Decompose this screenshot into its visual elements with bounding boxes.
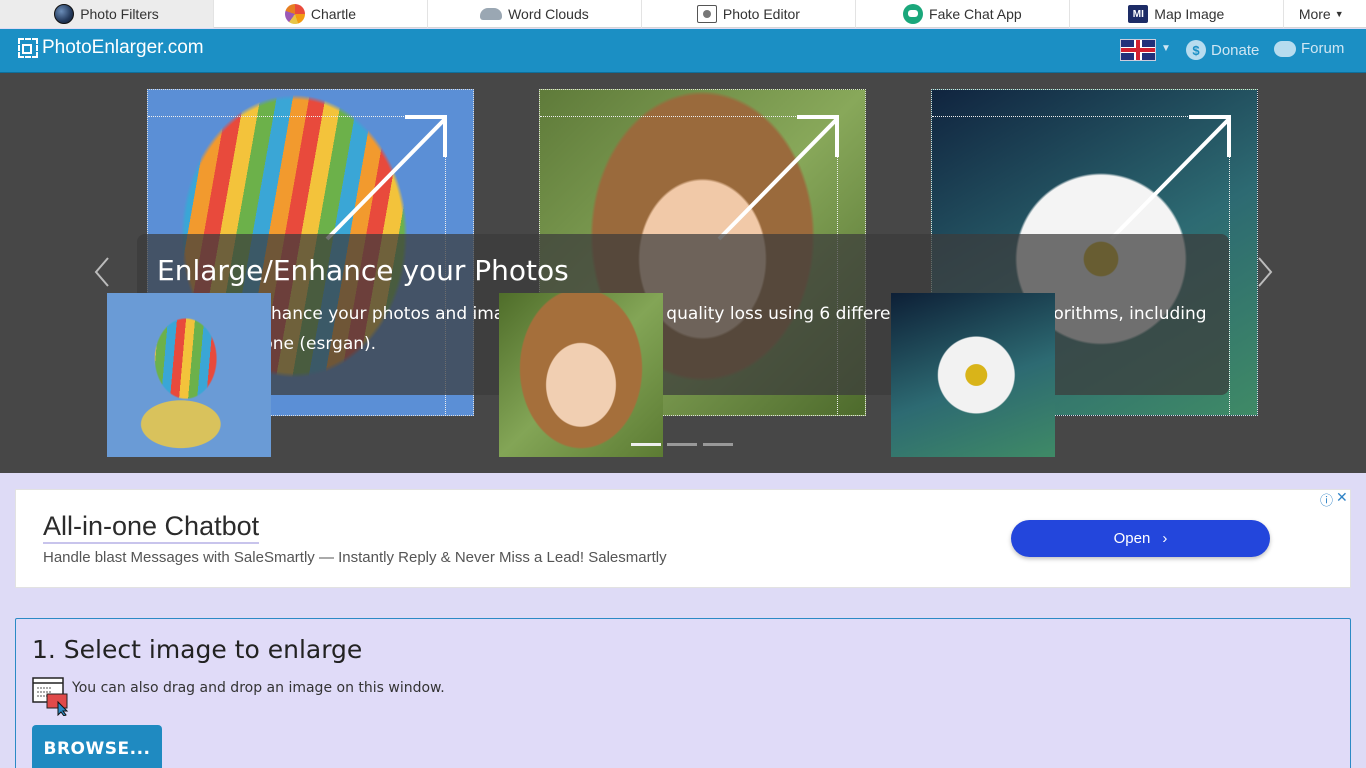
ad-title-link[interactable]: All-in-one Chatbot [43,510,260,544]
more-menu-button[interactable]: More ▼ [1284,0,1366,28]
tab-chartle[interactable]: Chartle [214,0,428,28]
site-name: PhotoEnlarger.com [42,37,204,58]
ad-info-icon[interactable]: ⓘ [1320,490,1333,509]
ad-open-button[interactable]: Open › [1011,520,1270,557]
tab-label: Fake Chat App [929,6,1022,22]
photo-editor-icon [696,5,717,23]
tab-label: Chartle [310,6,357,22]
carousel-indicator-1[interactable] [631,443,661,446]
donate-icon: $ [1186,40,1206,60]
tab-label: Word Clouds [508,6,589,22]
enlarge-logo-icon [18,38,38,58]
select-image-panel: 1. Select image to enlarge You can also … [15,618,1351,768]
site-logo-link[interactable]: PhotoEnlarger.com [18,37,204,59]
tab-label: Map Image [1154,6,1225,22]
forum-chat-icon [1274,40,1296,57]
face-original-image [499,293,663,457]
chat-app-icon [903,4,924,24]
section-heading: 1. Select image to enlarge [32,635,363,664]
browse-button[interactable]: BROWSE... [32,725,162,768]
ad-banner: All-in-one Chatbot Handle blast Messages… [15,489,1351,588]
tab-label: Photo Editor [722,6,800,22]
cloud-icon [480,8,503,20]
language-caret-icon[interactable]: ▼ [1161,43,1171,54]
balloon-original-image [107,293,271,457]
globe-icon [54,4,75,24]
drag-drop-hint: You can also drag and drop an image on t… [72,680,445,696]
drag-drop-icon [32,677,69,716]
carousel-indicator-2[interactable] [667,443,697,446]
carousel-indicator-3[interactable] [703,443,733,446]
ad-close-icon[interactable]: ✕ [1336,489,1348,506]
uk-flag-icon[interactable] [1120,39,1156,61]
carousel-indicators [631,443,733,446]
daisy-original-image [891,293,1055,457]
carousel-prev-icon[interactable] [92,255,114,289]
tab-photo-editor[interactable]: Photo Editor [642,0,856,28]
tab-fake-chat-app[interactable]: Fake Chat App [856,0,1070,28]
carousel-caption: Enlarge/Enhance your Photos Enlarge or e… [137,234,1229,395]
donate-link[interactable]: $ Donate [1186,40,1259,60]
app-switcher-bar: Photo Filters Chartle Word Clouds Photo … [0,0,1366,28]
caret-down-icon: ▼ [1334,9,1344,19]
more-label: More [1298,6,1331,22]
carousel-title: Enlarge/Enhance your Photos [157,254,569,287]
hero-carousel: Enlarge/Enhance your Photos Enlarge or e… [0,73,1366,473]
tab-label: Photo Filters [80,6,159,22]
map-image-icon: MI [1128,5,1149,23]
chevron-right-icon: › [1162,530,1168,547]
tab-word-clouds[interactable]: Word Clouds [428,0,642,28]
ad-open-label: Open [1113,530,1151,547]
ad-text: Handle blast Messages with SaleSmartly —… [43,549,667,566]
forum-link[interactable]: Forum [1274,40,1344,57]
chartle-icon [284,4,305,24]
tab-map-image[interactable]: MI Map Image [1070,0,1284,28]
forum-label: Forum [1301,40,1345,57]
donate-label: Donate [1211,41,1260,59]
carousel-next-icon[interactable] [1253,255,1275,289]
site-header: PhotoEnlarger.com ▼ $ Donate Forum [0,29,1366,73]
tab-photo-filters[interactable]: Photo Filters [0,0,214,28]
